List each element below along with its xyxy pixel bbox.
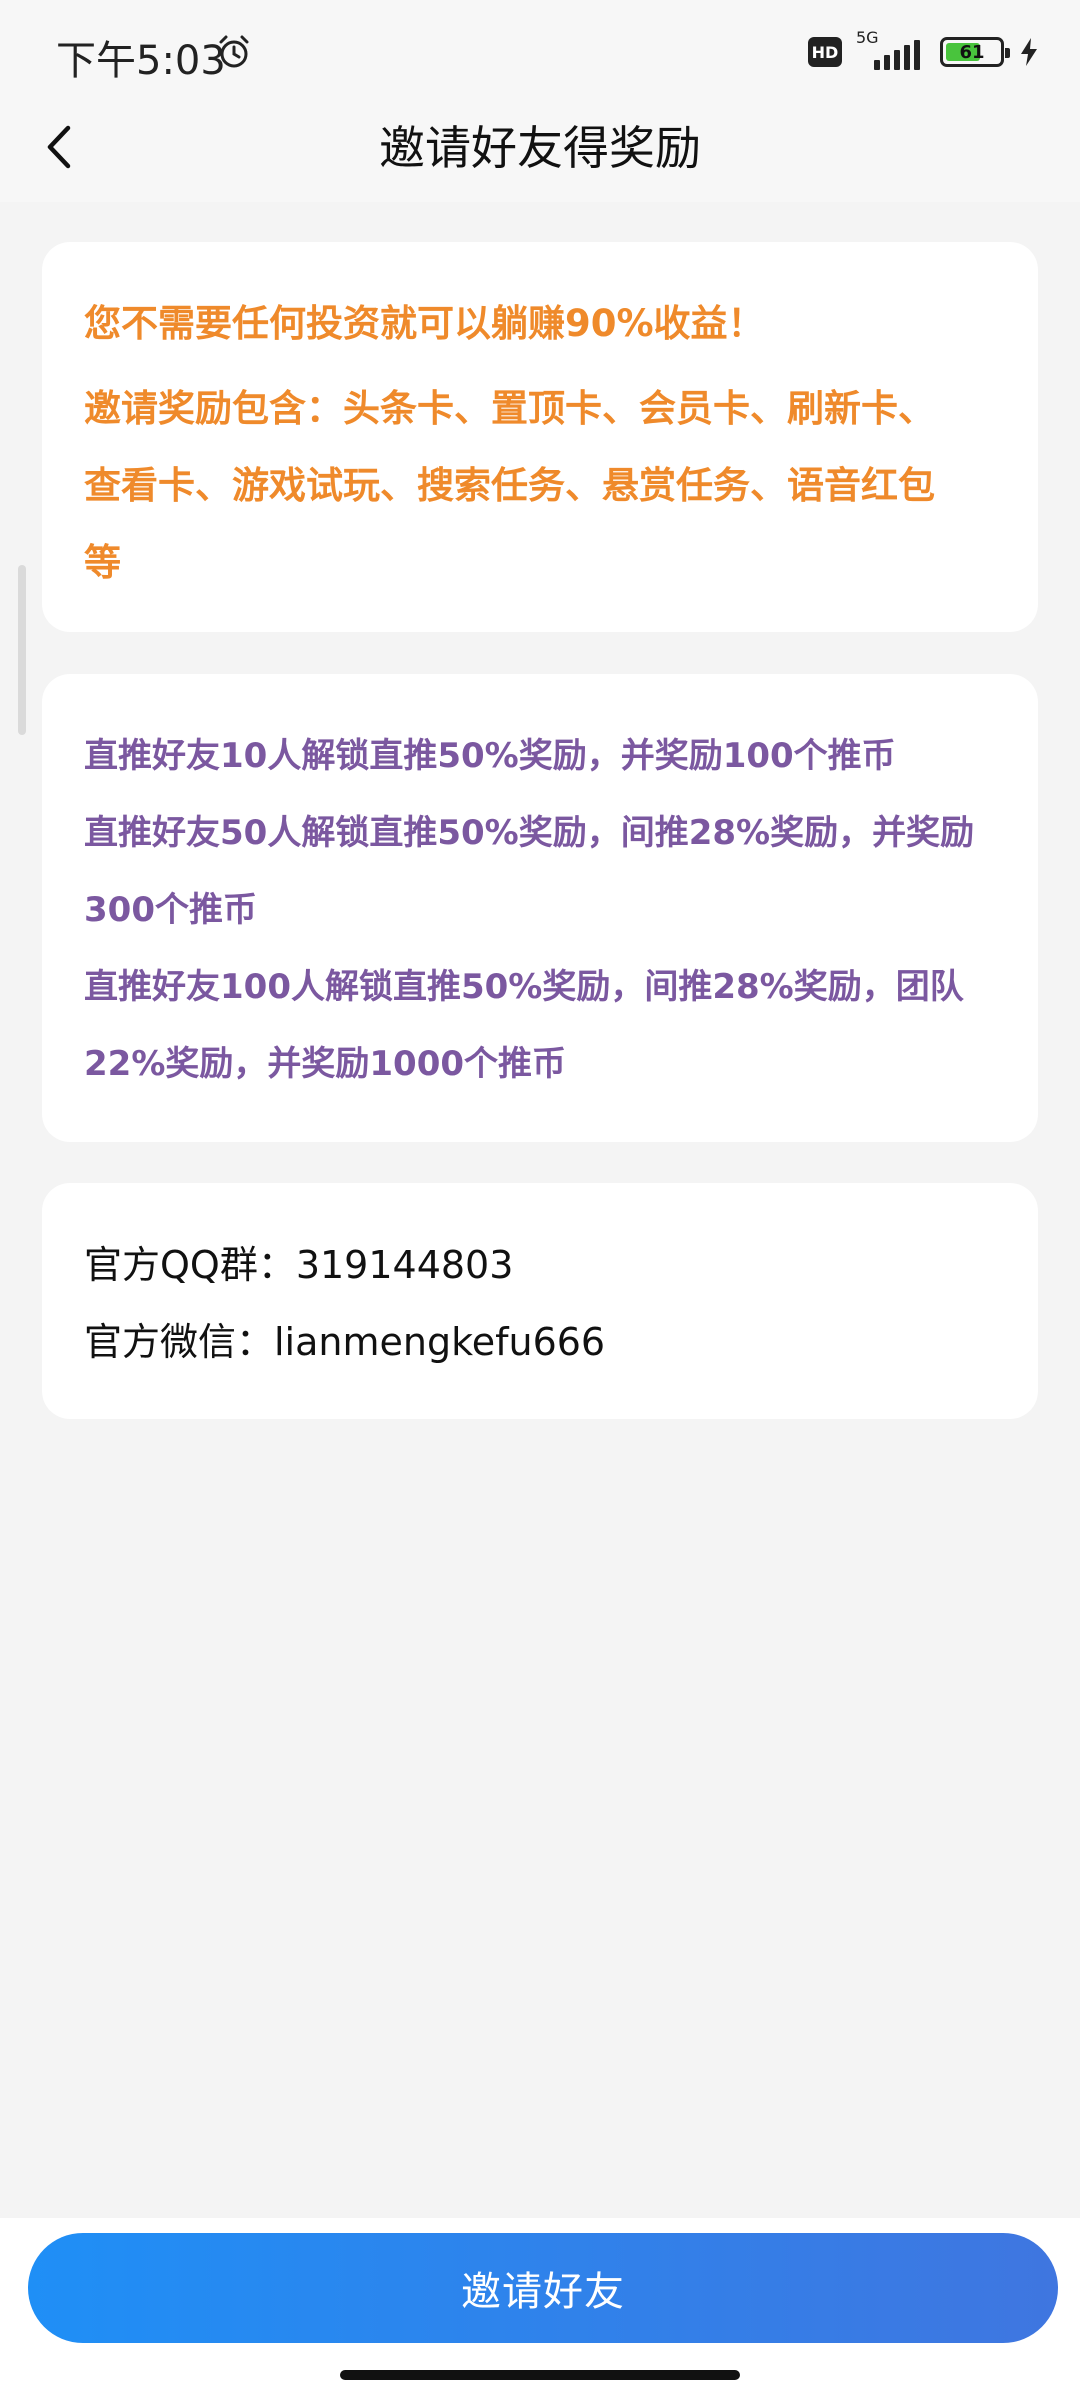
alarm-icon [219, 35, 249, 68]
status-bar: 下午5:03 HD 5G 61 [0, 0, 1080, 100]
intro-line: 等 [84, 541, 121, 584]
qq-group-text: 官方QQ群：319144803 [84, 1243, 514, 1287]
contact-card: 官方QQ群：319144803 官方微信：lianmengkefu666 [42, 1183, 1038, 1419]
rewards-card: 直推好友10人解锁直推50%奖励，并奖励100个推币 直推好友50人解锁直推50… [42, 674, 1038, 1142]
reward-line: 直推好友50人解锁直推50%奖励，间推28%奖励，并奖励 [84, 813, 975, 853]
charging-icon [1021, 38, 1037, 66]
signal-icon: 5G [856, 28, 926, 74]
battery-level: 61 [959, 41, 985, 63]
wechat-text: 官方微信：lianmengkefu666 [84, 1320, 606, 1364]
reward-line: 直推好友100人解锁直推50%奖励，间推28%奖励，团队 [84, 967, 964, 1007]
battery-icon: 61 [940, 37, 1010, 67]
intro-line: 查看卡、游戏试玩、搜索任务、悬赏任务、语音红包 [84, 464, 935, 507]
intro-line: 邀请奖励包含：头条卡、置顶卡、会员卡、刷新卡、 [84, 387, 935, 430]
home-indicator[interactable] [340, 2370, 740, 2380]
reward-line: 300个推币 [84, 890, 257, 930]
intro-card: 您不需要任何投资就可以躺赚90%收益！ 邀请奖励包含：头条卡、置顶卡、会员卡、刷… [42, 242, 1038, 632]
status-time: 下午5:03 [56, 38, 226, 84]
intro-line: 您不需要任何投资就可以躺赚90%收益！ [84, 302, 765, 345]
invite-friends-button[interactable]: 邀请好友 [28, 2233, 1058, 2343]
top-nav-bar: 邀请好友得奖励 [0, 100, 1080, 202]
hd-badge: HD [808, 37, 842, 67]
status-icons: HD 5G 61 [808, 28, 1040, 74]
reward-line: 直推好友10人解锁直推50%奖励，并奖励100个推币 [84, 736, 896, 776]
reward-line: 22%奖励，并奖励1000个推币 [84, 1044, 567, 1084]
page-title: 邀请好友得奖励 [379, 121, 701, 175]
scroll-indicator [18, 565, 26, 735]
